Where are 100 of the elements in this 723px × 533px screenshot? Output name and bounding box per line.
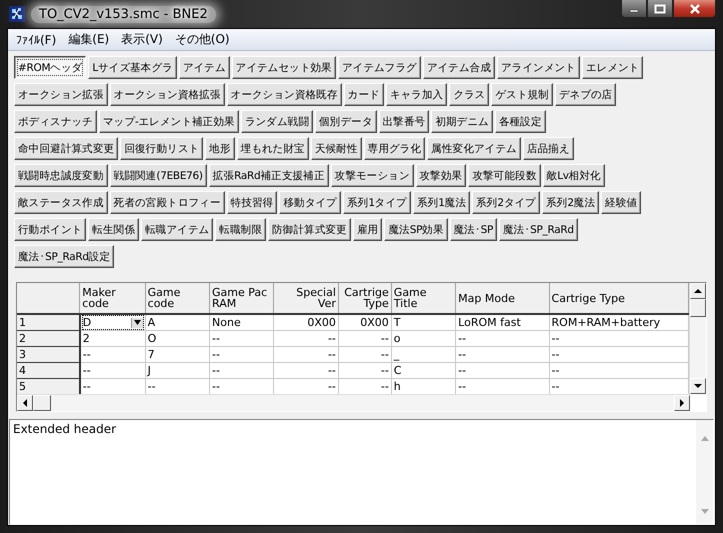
table-cell: A (145, 314, 210, 330)
tab-button[interactable]: キャラ加入 (386, 83, 448, 106)
column-header[interactable]: Cartrige Type (338, 283, 392, 314)
tab-button[interactable]: 死者の宮殿トロフィー (110, 191, 225, 214)
tab-button[interactable]: 魔法･SP_RaRd設定 (14, 245, 114, 268)
scroll-left-button[interactable] (17, 395, 33, 411)
column-header[interactable]: Game Pac RAM (210, 283, 274, 314)
menu-item[interactable]: 表示(V) (115, 29, 169, 50)
table-cell: None (210, 314, 274, 330)
down-arrow-icon[interactable] (694, 382, 702, 390)
tab-button[interactable]: 専用グラ化 (364, 137, 426, 160)
minimize-button[interactable] (621, 0, 647, 18)
corner-header (17, 283, 80, 314)
menu-item[interactable]: ﾌｧｲﾙ(F) (10, 30, 62, 48)
scrollbar-thumb[interactable] (690, 299, 706, 317)
tab-button[interactable]: 店品揃え (522, 137, 574, 160)
tab-button[interactable]: オークション拡張 (14, 83, 108, 106)
tab-button[interactable]: 攻撃効果 (416, 164, 466, 187)
tab-button[interactable]: オークション資格既存 (226, 83, 342, 106)
column-header[interactable]: Maker code (80, 283, 146, 314)
table-cell: o (391, 330, 456, 346)
tab-button[interactable]: 戦闘関連(7EBE76) (110, 164, 207, 187)
tab-button[interactable]: 戦闘時忠誠度変動 (14, 164, 108, 187)
scroll-down-button[interactable] (690, 378, 706, 394)
table-cell: ROM+RAM+battery (549, 314, 688, 330)
tab-button[interactable]: 転職アイテム (141, 218, 214, 241)
tab-button[interactable]: 個別データ (315, 110, 377, 133)
tab-button[interactable]: 命中回避計算式変更 (14, 137, 118, 160)
tab-button[interactable]: 行動ポイント (14, 218, 86, 241)
scroll-right-button[interactable] (674, 395, 690, 411)
right-arrow-icon[interactable] (678, 399, 686, 407)
close-button[interactable] (673, 0, 716, 18)
tab-button[interactable]: アイテム (178, 56, 230, 79)
tab-button[interactable]: 転職制限 (215, 218, 266, 241)
tab-button[interactable]: 魔法･SP_RaRd (499, 218, 578, 241)
left-arrow-icon[interactable] (21, 399, 29, 407)
dropdown-field[interactable]: D (82, 315, 144, 330)
tab-button[interactable]: 敵Lv相対化 (542, 164, 605, 187)
tab-button[interactable]: 天候耐性 (310, 137, 362, 160)
tab-button[interactable]: アイテムセット効果 (232, 56, 336, 79)
table-cell: 0X00 (338, 314, 392, 330)
tab-button[interactable]: 系列2魔法 (542, 191, 600, 214)
column-header[interactable]: Cartrige Type (549, 283, 688, 314)
row-header: 1 (17, 314, 80, 330)
tab-button[interactable]: 地形 (205, 137, 235, 160)
table-cell: -- (210, 330, 274, 346)
tab-button[interactable]: アイテム合成 (422, 56, 496, 79)
tab-button[interactable]: エレメント (582, 56, 644, 79)
tab-button[interactable]: 防御計算式変更 (268, 218, 351, 241)
tab-button[interactable]: 特技習得 (226, 191, 278, 214)
tab-button[interactable]: 敵ステータス作成 (14, 191, 108, 214)
tab-button[interactable]: クラス (449, 83, 490, 106)
tab-button[interactable]: Lサイズ基本グラ (88, 56, 177, 79)
tab-button[interactable]: オークション資格拡張 (110, 83, 225, 106)
table-cell: 0X00 (274, 314, 338, 330)
tab-button[interactable]: 属性変化アイテム (427, 137, 521, 160)
tab-button[interactable]: デネブの店 (554, 83, 616, 106)
menu-item[interactable]: その他(O) (168, 29, 236, 50)
scrollbar-thumb[interactable] (33, 395, 51, 411)
maximize-icon[interactable] (654, 4, 666, 14)
tab-button[interactable]: ゲスト規制 (491, 83, 553, 106)
tab-button[interactable]: 移動タイプ (279, 191, 341, 214)
table-cell: -- (456, 330, 550, 346)
tab-button[interactable]: 攻撃可能段数 (468, 164, 541, 187)
tab-button[interactable]: 経験値 (601, 191, 642, 214)
maximize-button[interactable] (647, 0, 673, 18)
tab-button[interactable]: アラインメント (497, 56, 580, 79)
tab-button[interactable]: 魔法SP効果 (384, 218, 448, 241)
tab-button[interactable]: 系列2タイプ (472, 191, 540, 214)
column-header[interactable]: Game Title (391, 283, 456, 314)
dropdown-arrow-icon[interactable] (130, 318, 143, 328)
column-header[interactable]: Special Ver (274, 283, 338, 314)
tab-button[interactable]: カード (344, 83, 384, 106)
tab-button[interactable]: アイテムフラグ (338, 56, 421, 79)
tab-button[interactable]: ランダム戦闘 (240, 110, 313, 133)
tab-button[interactable]: 埋もれた財宝 (236, 137, 309, 160)
table-cell: -- (338, 346, 392, 362)
tab-button[interactable]: 系列1魔法 (412, 191, 470, 214)
table-cell: _ (391, 346, 456, 362)
table-cell: -- (274, 362, 338, 378)
tab-button[interactable]: 初期デニム (431, 110, 493, 133)
tab-button[interactable]: #ROMヘッダ (14, 56, 86, 79)
up-arrow-icon[interactable] (694, 287, 702, 295)
tab-button[interactable]: 転生関係 (88, 218, 140, 241)
tab-button[interactable]: マップ-エレメント補正効果 (98, 110, 239, 133)
column-header[interactable]: Game code (145, 283, 210, 314)
tab-button[interactable]: ボディスナッチ (14, 110, 97, 133)
tab-button[interactable]: 各種設定 (494, 110, 546, 133)
tab-button[interactable]: 拡張RaRd補正支援補正 (208, 164, 329, 187)
tab-button[interactable]: 魔法･SP (450, 218, 498, 241)
tab-button[interactable]: 回復行動リスト (120, 137, 204, 160)
tab-button[interactable]: 攻撃モーション (330, 164, 414, 187)
tab-button[interactable]: 雇用 (352, 218, 382, 241)
menu-item[interactable]: 編集(E) (62, 29, 116, 50)
tab-button[interactable]: 系列1タイプ (342, 191, 411, 214)
column-header[interactable]: Map Mode (456, 283, 550, 314)
tab-button[interactable]: 出撃番号 (378, 110, 430, 133)
scroll-up-button[interactable] (690, 283, 706, 299)
table-cell: -- (210, 362, 274, 378)
close-icon[interactable] (688, 4, 700, 14)
